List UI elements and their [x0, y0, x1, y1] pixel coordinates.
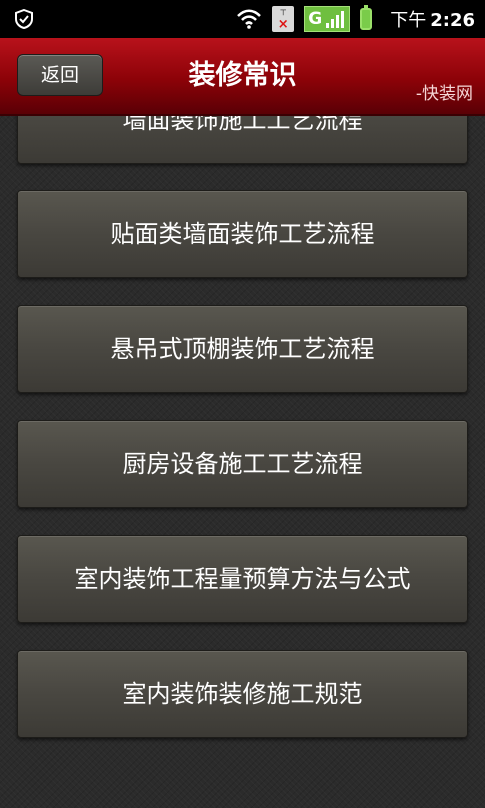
signal-bars-icon [326, 11, 345, 28]
clock-ampm: 下午 [390, 10, 427, 31]
brand-label: -快装网 [415, 84, 473, 104]
list-item-kitchen-equipment[interactable]: 厨房设备施工工艺流程 [17, 420, 468, 508]
list-item-wall-decoration[interactable]: 墙面装饰施工工艺流程 [17, 116, 468, 164]
status-icons: ┬ × G 下午 2:26 [236, 0, 475, 38]
no-sim-icon: ┬ × [272, 6, 295, 32]
clock-time: 2:26 [430, 10, 475, 31]
list-item-suspended-ceiling[interactable]: 悬吊式顶棚装饰工艺流程 [17, 305, 468, 393]
list-item-budget-method[interactable]: 室内装饰工程量预算方法与公式 [17, 535, 468, 623]
wifi-icon [237, 9, 262, 29]
status-bar: ┬ × G 下午 2:26 [0, 0, 485, 38]
clock: 下午 2:26 [390, 6, 475, 32]
title-bar: 装修常识 返回 -快装网 [0, 38, 485, 116]
battery-icon [360, 5, 373, 30]
network-type: G [308, 9, 323, 29]
article-list[interactable]: 墙面装饰施工工艺流程 贴面类墙面装饰工艺流程 悬吊式顶棚装饰工艺流程 厨房设备施… [0, 116, 485, 808]
back-button[interactable]: 返回 [17, 54, 103, 96]
shield-icon [15, 9, 33, 29]
signal-icon: G [304, 6, 351, 32]
list-item-construction-standard[interactable]: 室内装饰装修施工规范 [17, 650, 468, 738]
list-item-tile-wall[interactable]: 贴面类墙面装饰工艺流程 [17, 190, 468, 278]
